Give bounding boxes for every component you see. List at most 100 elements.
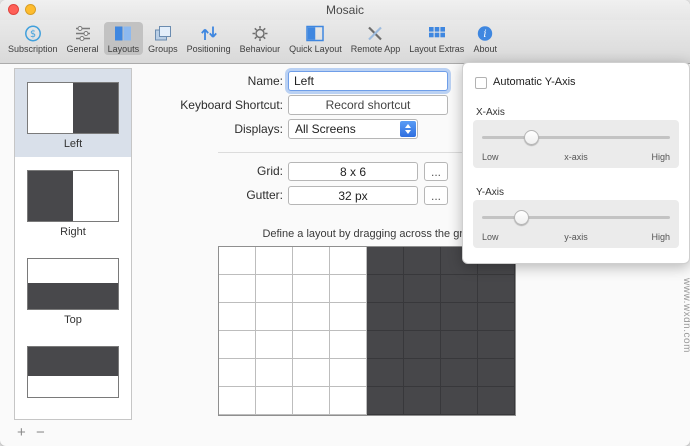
grid-cell[interactable] [441, 303, 478, 331]
toolbar-item-behaviour[interactable]: Behaviour [236, 22, 285, 55]
grid-cell[interactable] [367, 387, 404, 415]
grid-cell[interactable] [330, 331, 367, 359]
grid-cell[interactable] [367, 303, 404, 331]
grid-cell[interactable] [256, 275, 293, 303]
grid-label: Grid: [100, 164, 283, 178]
layout-drag-grid[interactable] [218, 246, 516, 416]
toolbar-item-label: Remote App [351, 44, 401, 54]
name-input[interactable]: Left [288, 71, 448, 91]
grid-more-button[interactable]: ... [424, 162, 448, 181]
layout-item-label: Top [64, 314, 82, 326]
grid-cell[interactable] [478, 387, 515, 415]
grid-cell[interactable] [256, 247, 293, 275]
toolbar-item-quick-layout[interactable]: Quick Layout [285, 22, 346, 55]
grid-cell[interactable] [330, 275, 367, 303]
grid-icon [425, 24, 449, 43]
displays-select[interactable]: All Screens [288, 119, 418, 139]
x-axis-slider-thumb[interactable] [524, 130, 539, 145]
grid-cell[interactable] [478, 303, 515, 331]
grid-cell[interactable] [256, 303, 293, 331]
y-axis-slider[interactable] [482, 216, 670, 219]
toolbar-item-layout-extras[interactable]: Layout Extras [405, 22, 468, 55]
toolbar-item-label: Layout Extras [409, 44, 464, 54]
grid-cell[interactable] [293, 331, 330, 359]
grid-cell[interactable] [478, 359, 515, 387]
toolbar-item-label: Behaviour [240, 44, 281, 54]
watermark: www.wxdn.com [681, 278, 690, 353]
toolbar-item-remote-app[interactable]: Remote App [347, 22, 405, 55]
grid-cell[interactable] [404, 331, 441, 359]
x-axis-mid-label: x-axis [473, 152, 679, 162]
toolbar: $Subscription General Layouts Groups Positio… [0, 20, 690, 64]
grid-cell[interactable] [293, 387, 330, 415]
grid-cell[interactable] [256, 387, 293, 415]
grid-cell[interactable] [219, 275, 256, 303]
preferences-window: Mosaic $SubscriptionGeneralLayoutsGroups… [0, 0, 690, 446]
toolbar-item-label: Groups [148, 44, 178, 54]
grid-cell[interactable] [219, 359, 256, 387]
y-axis-box: Low y-axis High [473, 200, 679, 248]
layout-item-bottom[interactable] [15, 333, 131, 420]
gutter-more-button[interactable]: ... [424, 186, 448, 205]
grid-cell[interactable] [330, 359, 367, 387]
x-axis-slider[interactable] [482, 136, 670, 139]
gutter-field[interactable]: 32 px [288, 186, 418, 205]
toolbar-item-label: Layouts [108, 44, 140, 54]
chevron-up-down-icon [400, 121, 416, 137]
gear-icon [248, 24, 272, 43]
grid-cell[interactable] [441, 331, 478, 359]
displays-label: Displays: [100, 122, 283, 136]
layout-item-label: Left [64, 138, 82, 150]
toolbar-item-label: Subscription [8, 44, 58, 54]
grid-cell[interactable] [330, 387, 367, 415]
toolbar-item-layouts[interactable]: Layouts [104, 22, 144, 55]
displays-value: All Screens [295, 122, 356, 136]
toolbar-item-label: General [67, 44, 99, 54]
y-axis-high-label: High [651, 232, 670, 242]
automatic-y-axis-checkbox[interactable] [475, 77, 487, 89]
grid-cell[interactable] [404, 247, 441, 275]
arrows-icon [197, 24, 221, 43]
y-axis-slider-thumb[interactable] [514, 210, 529, 225]
grid-cell[interactable] [441, 275, 478, 303]
grid-cell[interactable] [478, 275, 515, 303]
grid-cell[interactable] [404, 275, 441, 303]
toolbar-item-label: Positioning [187, 44, 231, 54]
grid-cell[interactable] [367, 331, 404, 359]
add-layout-button[interactable]: + [17, 425, 26, 440]
grid-cell[interactable] [367, 247, 404, 275]
grid-cell[interactable] [441, 359, 478, 387]
grid-cell[interactable] [330, 303, 367, 331]
layout-item-top[interactable]: Top [15, 245, 131, 333]
quick-icon [303, 24, 327, 43]
grid-cell[interactable] [367, 275, 404, 303]
grid-cell[interactable] [293, 359, 330, 387]
grid-cell[interactable] [219, 303, 256, 331]
automatic-y-axis-label: Automatic Y-Axis [493, 76, 576, 88]
grid-cell[interactable] [404, 359, 441, 387]
grid-cell[interactable] [293, 275, 330, 303]
grid-cell[interactable] [330, 247, 367, 275]
grid-cell[interactable] [219, 247, 256, 275]
grid-cell[interactable] [219, 331, 256, 359]
grid-cell[interactable] [367, 359, 404, 387]
grid-cell[interactable] [478, 331, 515, 359]
grid-cell[interactable] [441, 387, 478, 415]
toolbar-item-positioning[interactable]: Positioning [183, 22, 235, 55]
grid-cell[interactable] [404, 303, 441, 331]
toolbar-item-groups[interactable]: Groups [144, 22, 182, 55]
grid-cell[interactable] [219, 387, 256, 415]
grid-size-field[interactable]: 8 x 6 [288, 162, 418, 181]
toolbar-item-label: About [474, 44, 498, 54]
grid-cell[interactable] [293, 303, 330, 331]
grid-cell[interactable] [404, 387, 441, 415]
grid-cell[interactable] [256, 359, 293, 387]
toolbar-item-subscription[interactable]: $Subscription [4, 22, 62, 55]
toolbar-item-general[interactable]: General [63, 22, 103, 55]
toolbar-item-label: Quick Layout [289, 44, 342, 54]
toolbar-item-about[interactable]: iAbout [469, 22, 501, 55]
remove-layout-button[interactable]: − [36, 425, 45, 440]
record-shortcut-button[interactable]: Record shortcut [288, 95, 448, 115]
grid-cell[interactable] [293, 247, 330, 275]
grid-cell[interactable] [256, 331, 293, 359]
